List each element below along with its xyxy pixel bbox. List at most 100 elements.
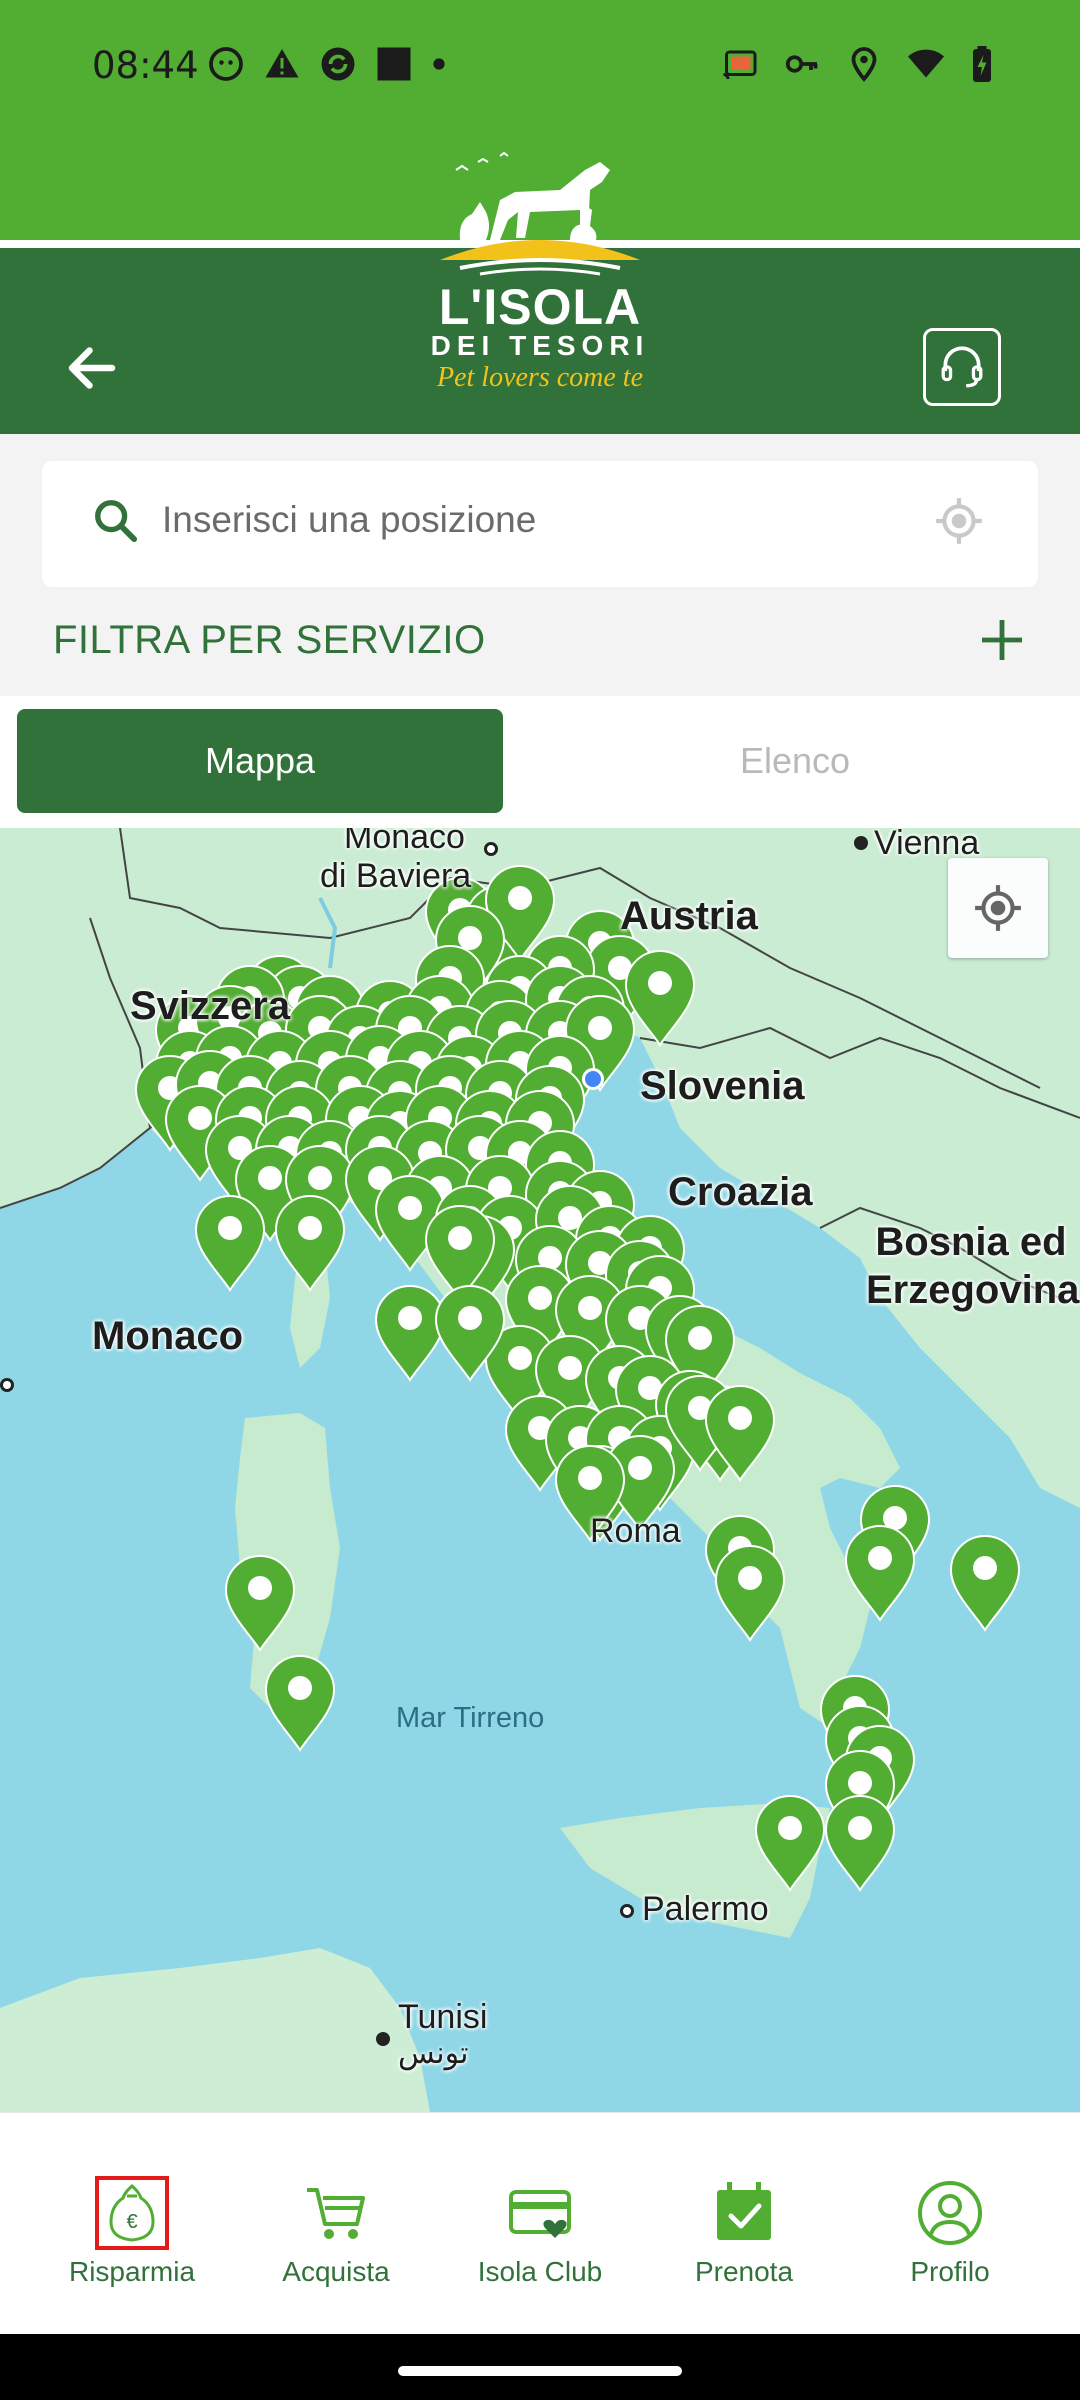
map-label-monaco-baviera-line1: Monaco bbox=[344, 828, 465, 856]
store-pin[interactable] bbox=[754, 1795, 826, 1892]
store-pin-dot bbox=[508, 1346, 532, 1370]
store-pin-dot bbox=[848, 1771, 872, 1795]
store-pin-dot bbox=[188, 1106, 212, 1130]
nav-prenota[interactable]: Prenota bbox=[654, 2178, 834, 2288]
wifi-icon bbox=[908, 49, 944, 78]
key-icon bbox=[785, 55, 818, 73]
store-pin-dot bbox=[728, 1406, 752, 1430]
store-pin-dot bbox=[448, 1226, 472, 1250]
city-dot-palermo bbox=[620, 1904, 634, 1918]
store-pin-dot bbox=[588, 1016, 612, 1040]
nav-label: Acquista bbox=[282, 2256, 390, 2287]
store-pin-marker bbox=[754, 1795, 826, 1892]
city-dot bbox=[0, 1378, 14, 1392]
nav-label: Prenota bbox=[694, 2256, 794, 2287]
store-pin-dot bbox=[738, 1566, 762, 1590]
filter-by-service-label[interactable]: FILTRA PER SERVIZIO bbox=[53, 618, 486, 663]
store-pin[interactable] bbox=[624, 950, 696, 1047]
nav-acquista[interactable]: Acquista bbox=[246, 2178, 426, 2288]
piggy-bank-euro-icon: € bbox=[95, 2176, 169, 2250]
store-pin-dot bbox=[308, 1166, 332, 1190]
store-pin-dot bbox=[248, 1576, 272, 1600]
store-pin-marker bbox=[194, 1195, 266, 1292]
face-icon bbox=[209, 47, 243, 81]
store-pin-marker bbox=[374, 1285, 446, 1382]
map-label-mar-tirreno: Mar Tirreno bbox=[396, 1702, 545, 1734]
pets-logo-icon bbox=[440, 151, 640, 276]
square-icon bbox=[377, 47, 411, 81]
brand-logo: L'ISOLA DEI TESORI Pet lovers come te bbox=[420, 140, 660, 400]
my-location-button[interactable] bbox=[948, 858, 1048, 958]
store-pin-dot bbox=[973, 1556, 997, 1580]
brand-name: L'ISOLA bbox=[438, 279, 642, 335]
store-pin-dot bbox=[578, 1466, 602, 1490]
store-pin-dot bbox=[398, 1306, 422, 1330]
nav-label: Isola Club bbox=[477, 2256, 603, 2287]
dot-icon bbox=[433, 58, 445, 70]
map-label-slovenia: Slovenia bbox=[640, 1064, 805, 1108]
store-pin-marker bbox=[824, 1795, 896, 1892]
map-label-tunisi: Tunisi bbox=[398, 1998, 488, 2036]
city-dot-tunisi bbox=[376, 2032, 390, 2046]
store-pin[interactable] bbox=[274, 1195, 346, 1292]
city-dot bbox=[484, 842, 498, 856]
nav-label: Risparmia bbox=[68, 2256, 196, 2287]
store-pin-dot bbox=[648, 971, 672, 995]
map-label-monaco: Monaco bbox=[92, 1314, 244, 1358]
store-pin[interactable] bbox=[824, 1795, 896, 1892]
gps-locate-icon[interactable] bbox=[934, 496, 984, 546]
store-pin-dot bbox=[528, 1286, 552, 1310]
store-pin-marker bbox=[844, 1525, 916, 1622]
map-label-palermo: Palermo bbox=[642, 1890, 769, 1928]
store-pin-marker bbox=[714, 1545, 786, 1642]
nav-profilo[interactable]: Profilo bbox=[860, 2178, 1040, 2288]
map-label-austria: Austria bbox=[620, 894, 758, 938]
store-pin[interactable] bbox=[194, 1195, 266, 1292]
store-pin-dot bbox=[508, 886, 532, 910]
store-pin-dot bbox=[688, 1326, 712, 1350]
store-pin-marker bbox=[949, 1535, 1021, 1632]
support-button[interactable] bbox=[923, 328, 1001, 406]
card-heart-icon bbox=[509, 2190, 571, 2238]
brand-subname: DEI TESORI bbox=[430, 330, 650, 361]
tab-map[interactable]: Mappa bbox=[17, 709, 503, 813]
map-label-svizzera: Svizzera bbox=[130, 984, 291, 1028]
brand-tagline: Pet lovers come te bbox=[436, 362, 644, 393]
store-pin-dot bbox=[848, 1816, 872, 1840]
home-gesture-handle[interactable] bbox=[398, 2366, 682, 2376]
store-pin[interactable] bbox=[714, 1545, 786, 1642]
map-label-monaco-baviera: Monaco di Baviera bbox=[320, 828, 471, 896]
store-pin[interactable] bbox=[949, 1535, 1021, 1632]
map-label-monaco-baviera-line2: di Baviera bbox=[320, 857, 472, 895]
nav-label: Profilo bbox=[910, 2256, 990, 2287]
user-circle-icon bbox=[918, 2181, 982, 2245]
search-icon bbox=[95, 500, 138, 543]
plus-icon[interactable] bbox=[978, 616, 1026, 664]
store-pin[interactable] bbox=[264, 1655, 336, 1752]
headset-icon bbox=[941, 346, 983, 388]
nav-risparmia[interactable]: € Risparmia bbox=[42, 2176, 222, 2288]
location-search-input[interactable] bbox=[162, 494, 902, 546]
status-time: 08:44 bbox=[92, 44, 199, 87]
store-pin[interactable] bbox=[844, 1525, 916, 1622]
store-pin-dot bbox=[578, 1296, 602, 1320]
store-pin-dot bbox=[218, 1216, 242, 1240]
sync-icon bbox=[321, 47, 355, 81]
arrow-left-icon[interactable] bbox=[62, 338, 122, 398]
store-pin[interactable] bbox=[224, 1555, 296, 1652]
location-icon bbox=[851, 47, 877, 82]
map-label-roma: Roma bbox=[590, 1512, 681, 1550]
store-map[interactable]: Monaco di Baviera Vienna Austria Svizzer… bbox=[0, 828, 1080, 2112]
store-pin-dot bbox=[288, 1676, 312, 1700]
city-dot-vienna bbox=[854, 836, 868, 850]
store-pin-dot bbox=[778, 1816, 802, 1840]
tab-list[interactable]: Elenco bbox=[560, 709, 1030, 813]
calendar-check-icon bbox=[717, 2182, 771, 2240]
store-pin-dot bbox=[298, 1216, 322, 1240]
nav-isola-club[interactable]: Isola Club bbox=[450, 2178, 630, 2288]
store-pin-marker bbox=[224, 1555, 296, 1652]
crosshair-icon bbox=[975, 885, 1021, 931]
store-pin[interactable] bbox=[374, 1285, 446, 1382]
store-pin-marker bbox=[274, 1195, 346, 1292]
store-pin-marker bbox=[624, 950, 696, 1047]
